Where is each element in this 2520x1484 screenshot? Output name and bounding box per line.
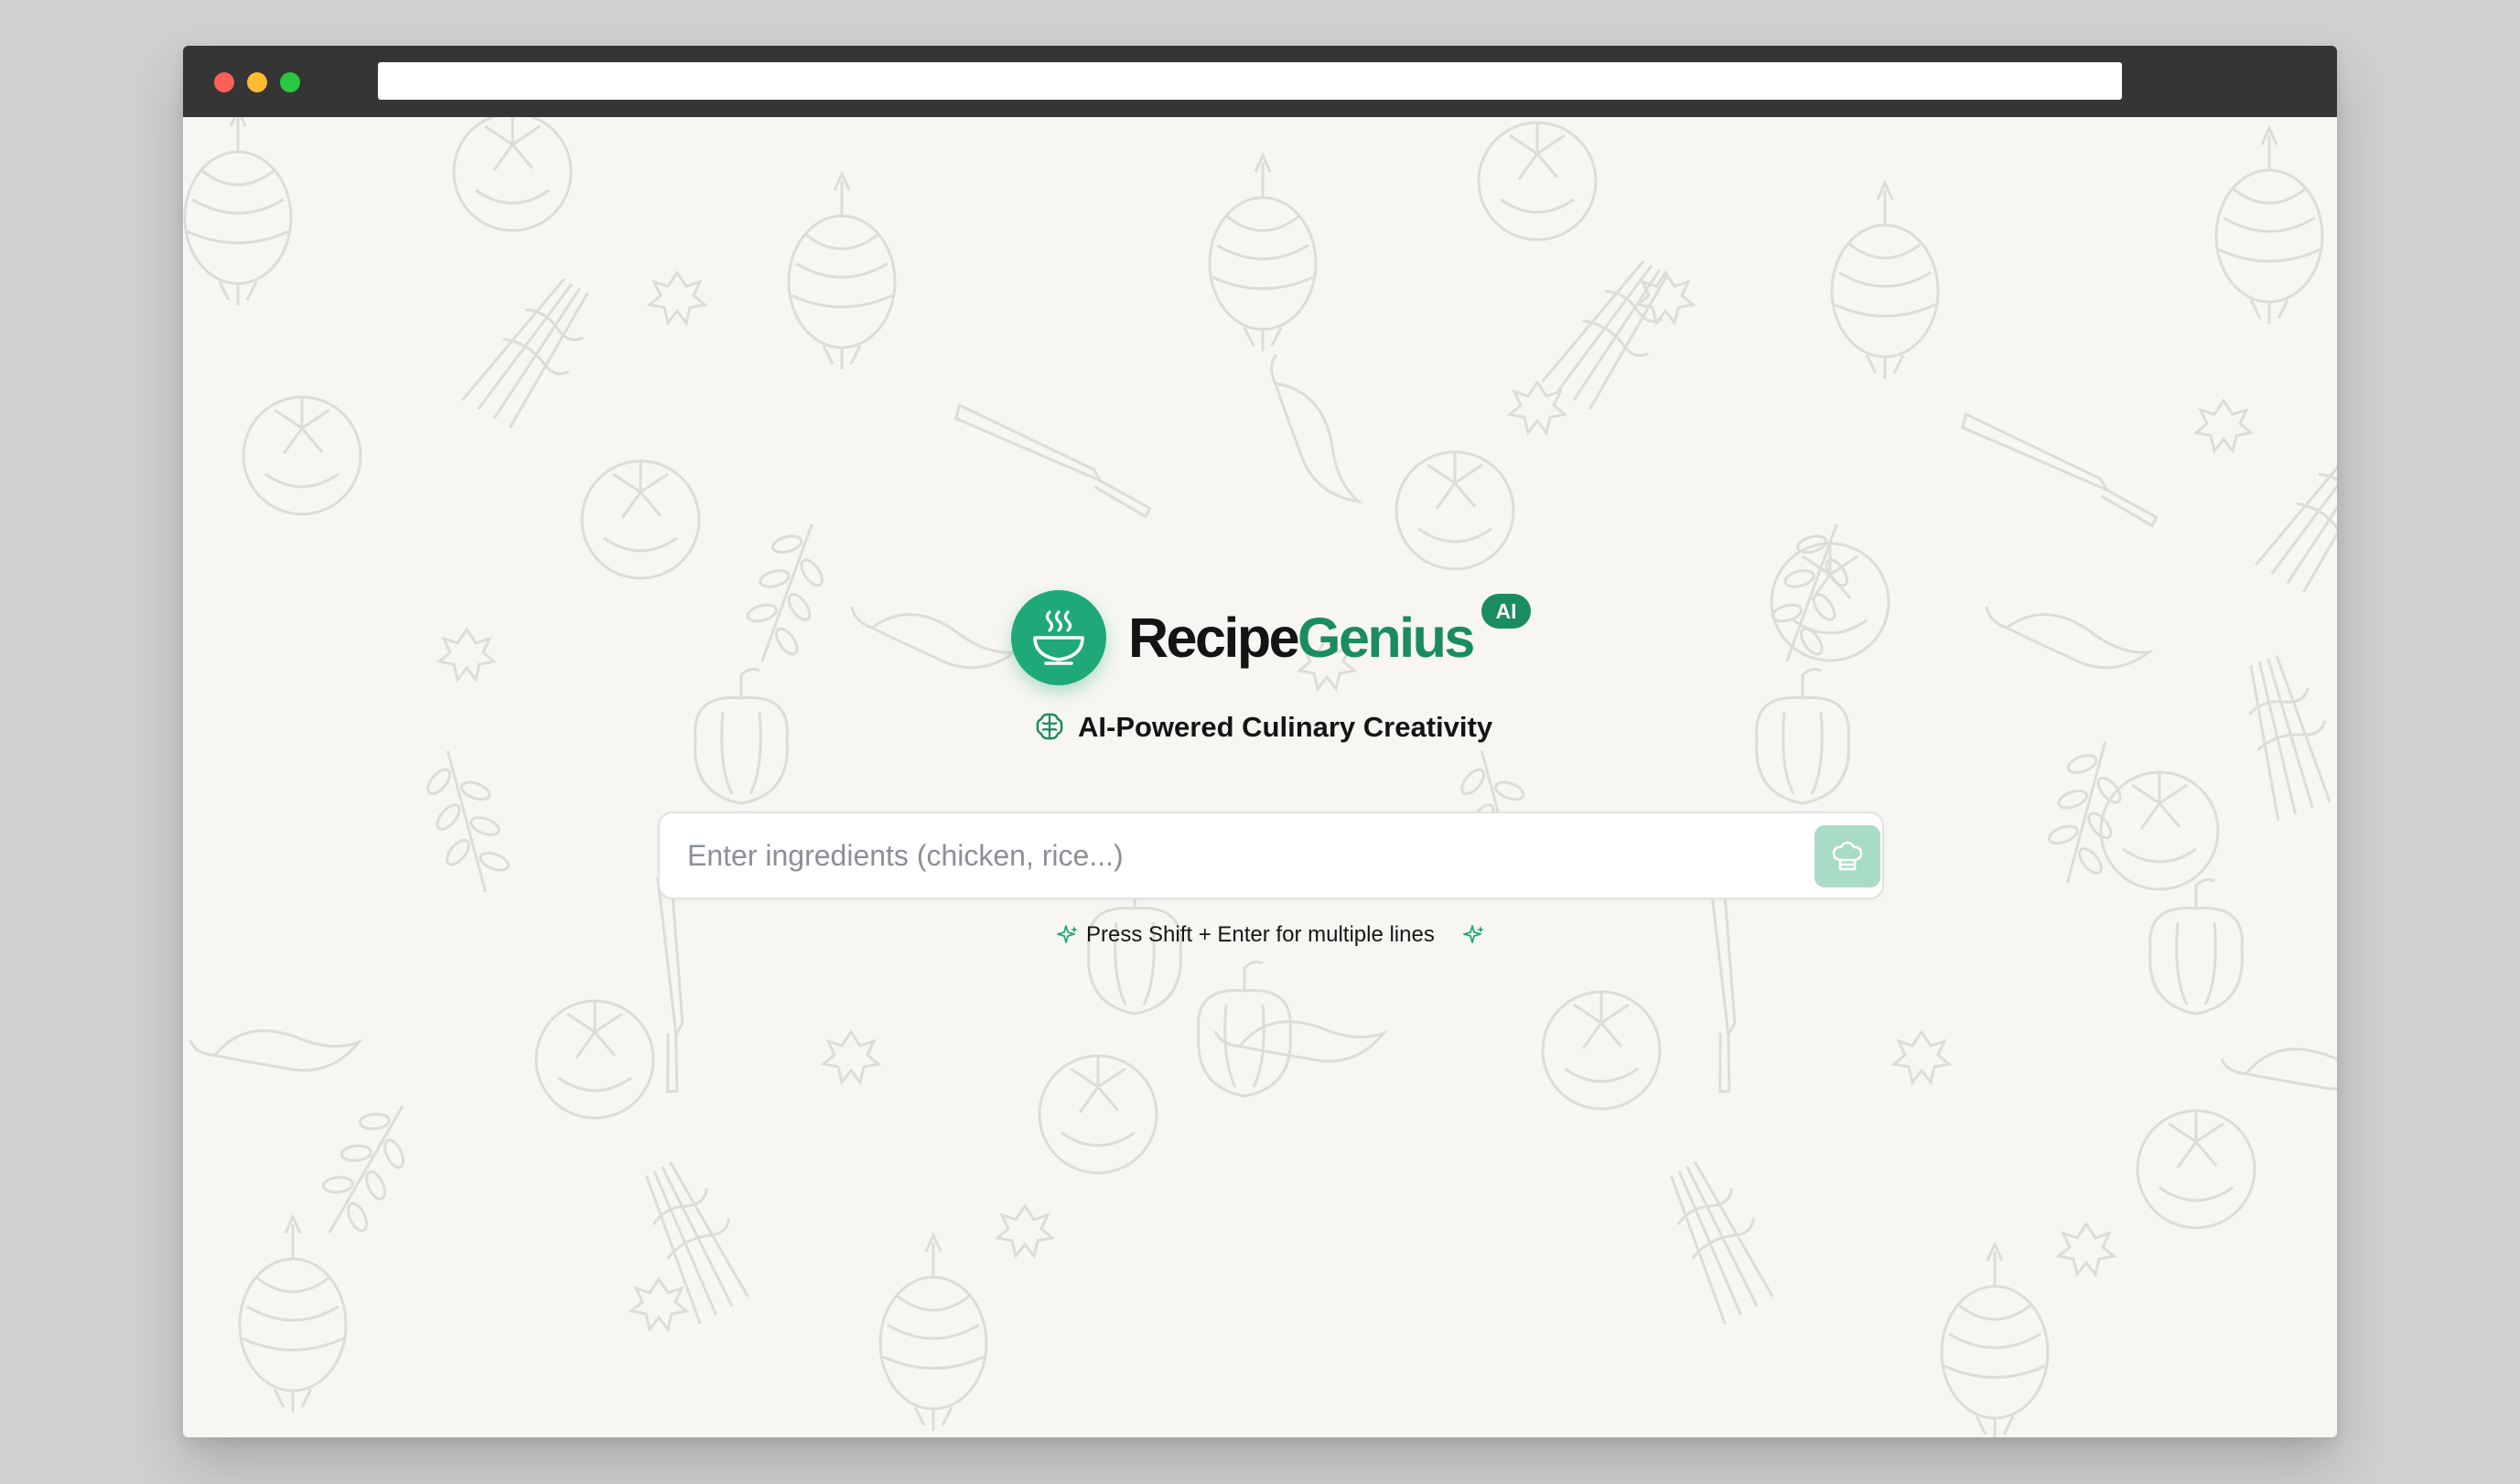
tagline: AI-Powered Culinary Creativity — [1078, 711, 1493, 743]
brand-header: RecipeGenius AI — [1011, 590, 1560, 691]
hint-text: Press Shift + Enter for multiple lines — [1086, 922, 1435, 947]
tagline-row: AI-Powered Culinary Creativity — [1034, 707, 1583, 747]
app-title: RecipeGenius — [1128, 601, 1475, 674]
food-sketch-background — [183, 117, 2337, 1437]
browser-window: RecipeGenius AI AI-Powered Culinary Crea… — [183, 46, 2337, 1437]
ai-badge: AI — [1481, 594, 1531, 629]
maximize-window-button[interactable] — [280, 72, 300, 92]
input-hint: Press Shift + Enter for multiple lines — [1057, 919, 1606, 952]
browser-titlebar — [183, 46, 2337, 117]
minimize-window-button[interactable] — [247, 72, 267, 92]
close-window-button[interactable] — [214, 72, 234, 92]
brand-name-genius: Genius — [1298, 607, 1475, 669]
logo — [1011, 590, 1106, 685]
page-content: RecipeGenius AI AI-Powered Culinary Crea… — [183, 117, 2337, 1437]
sparkle-icon — [1463, 924, 1485, 951]
address-bar[interactable] — [378, 62, 2122, 100]
generate-recipe-button[interactable] — [1815, 825, 1880, 887]
ingredients-search-box — [658, 812, 1884, 899]
sparkle-icon — [1057, 924, 1079, 951]
brand-name-recipe: Recipe — [1128, 607, 1300, 669]
ingredients-input[interactable] — [687, 830, 1767, 881]
